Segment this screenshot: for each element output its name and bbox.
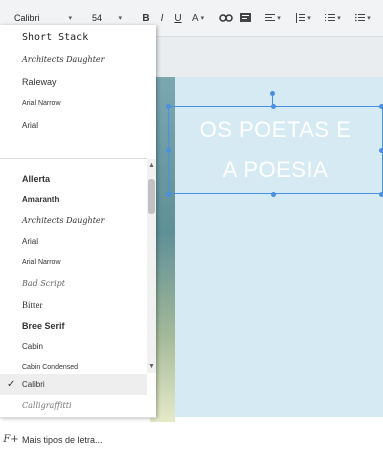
font-list-scrollbar[interactable]: ▲ ▼ bbox=[147, 159, 156, 373]
resize-handle[interactable] bbox=[166, 104, 171, 109]
more-fonts-button[interactable]: F+ Mais tipos de letra... bbox=[0, 417, 156, 461]
rotate-handle[interactable] bbox=[270, 91, 275, 96]
font-option[interactable]: Amaranth bbox=[0, 189, 147, 210]
resize-handle[interactable] bbox=[271, 104, 276, 109]
font-list: Short Stack Architects Daughter Raleway … bbox=[0, 25, 147, 373]
chevron-down-icon: ▾ bbox=[68, 15, 72, 22]
font-icon: F+ bbox=[3, 434, 19, 445]
font-option[interactable]: Arial Narrow bbox=[0, 93, 147, 114]
font-option[interactable]: Bitter bbox=[0, 294, 147, 315]
font-option[interactable]: Cabin bbox=[0, 336, 147, 357]
font-family-value: Calibri bbox=[14, 13, 40, 23]
link-icon[interactable] bbox=[218, 10, 234, 26]
font-family-menu: Short Stack Architects Daughter Raleway … bbox=[0, 25, 156, 445]
resize-handle[interactable] bbox=[271, 192, 276, 197]
font-option[interactable]: Architects Daughter bbox=[0, 49, 147, 70]
font-option[interactable]: Bree Serif bbox=[0, 315, 147, 336]
font-option-selected[interactable]: ✓ Calibri bbox=[0, 374, 147, 395]
font-option[interactable]: Architects Daughter bbox=[0, 210, 147, 231]
slide-title-line-2: A POESIA bbox=[222, 157, 329, 182]
font-option[interactable]: Bad Script bbox=[0, 273, 147, 294]
font-option[interactable]: Raleway bbox=[0, 71, 147, 92]
numbered-list-icon[interactable]: ▾ bbox=[322, 10, 344, 26]
line-spacing-icon[interactable]: ▾ bbox=[292, 10, 314, 26]
checkmark-icon: ✓ bbox=[7, 379, 16, 390]
italic-button[interactable]: I bbox=[156, 10, 168, 26]
chevron-up-icon[interactable]: ▲ bbox=[148, 162, 155, 169]
more-fonts-label: Mais tipos de letra... bbox=[22, 434, 103, 445]
font-option[interactable]: Cabin Condensed bbox=[0, 357, 147, 373]
menu-divider bbox=[0, 158, 147, 159]
font-option[interactable]: Arial bbox=[0, 115, 147, 136]
underline-button[interactable]: U bbox=[172, 10, 184, 26]
slide-title-line-1: OS POETAS E bbox=[199, 117, 352, 142]
chevron-down-icon: ▾ bbox=[200, 15, 205, 22]
scrollbar-thumb[interactable] bbox=[148, 179, 155, 214]
font-size-value: 54 bbox=[92, 13, 103, 23]
comment-icon[interactable] bbox=[238, 10, 252, 26]
slide-title-text[interactable]: OS POETAS E A POESIA bbox=[168, 110, 383, 190]
font-option[interactable]: Arial Narrow bbox=[0, 252, 147, 273]
align-icon[interactable]: ▾ bbox=[262, 10, 284, 26]
font-option[interactable]: Arial bbox=[0, 231, 147, 252]
font-option[interactable]: Short Stack bbox=[0, 27, 147, 48]
resize-handle[interactable] bbox=[379, 104, 383, 109]
resize-handle[interactable] bbox=[166, 192, 171, 197]
text-color-button[interactable]: A ▾ bbox=[188, 10, 208, 26]
font-option[interactable]: Allerta bbox=[0, 168, 147, 189]
resize-handle[interactable] bbox=[379, 192, 383, 197]
chevron-down-icon[interactable]: ▼ bbox=[148, 363, 155, 370]
font-option[interactable]: Calligraffitti bbox=[0, 395, 147, 416]
bulleted-list-icon[interactable]: ▾ bbox=[352, 10, 374, 26]
chevron-down-icon: ▾ bbox=[118, 15, 122, 22]
bold-button[interactable]: B bbox=[140, 10, 152, 26]
